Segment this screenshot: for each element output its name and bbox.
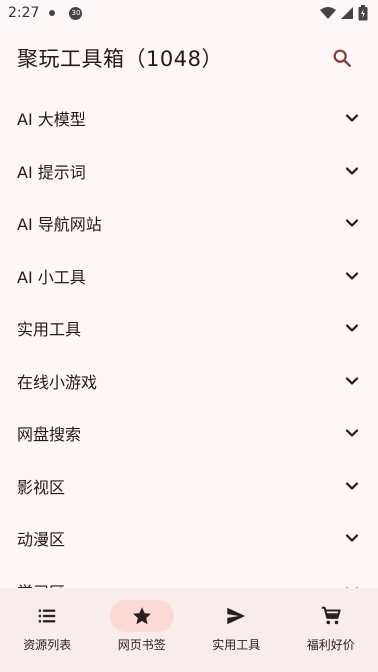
list-item[interactable]: 动漫区: [0, 512, 378, 565]
app-bar: 聚玩工具箱（1048）: [0, 26, 378, 90]
nav-item-label: 资源列表: [23, 638, 72, 652]
chevron-down-icon[interactable]: [340, 106, 364, 130]
chevron-down-icon[interactable]: [340, 159, 364, 183]
chevron-down-icon[interactable]: [340, 579, 364, 588]
list-item[interactable]: AI 小工具: [0, 250, 378, 303]
list-item-label: 在线小游戏: [17, 372, 98, 392]
chevron-down-icon[interactable]: [340, 211, 364, 235]
list-item[interactable]: AI 大模型: [0, 92, 378, 145]
nav-item-list[interactable]: 资源列表: [0, 588, 95, 672]
list-item-label: 影视区: [17, 477, 66, 497]
list-item[interactable]: AI 提示词: [0, 145, 378, 198]
list-item-label: 网盘搜索: [17, 425, 82, 445]
list-item[interactable]: 在线小游戏: [0, 355, 378, 408]
list-item[interactable]: AI 导航网站: [0, 197, 378, 250]
list-item[interactable]: 学习区: [0, 565, 378, 588]
chevron-down-icon[interactable]: [340, 264, 364, 288]
chevron-down-icon[interactable]: [340, 369, 364, 393]
cart-icon: [299, 600, 363, 632]
chevron-down-icon[interactable]: [340, 316, 364, 340]
battery-icon: [358, 5, 368, 21]
list-item[interactable]: 影视区: [0, 460, 378, 513]
signal-icon: [341, 7, 353, 19]
search-button[interactable]: [322, 38, 362, 78]
list-item-label: AI 小工具: [17, 267, 86, 287]
star-icon: [109, 600, 174, 632]
chevron-down-icon[interactable]: [340, 526, 364, 550]
list-item-label: AI 导航网站: [17, 215, 102, 235]
page-title: 聚玩工具箱（1048）: [17, 47, 223, 71]
search-icon: [333, 49, 351, 67]
list-item-label: 动漫区: [17, 530, 66, 550]
nav-item-label: 福利好价: [306, 638, 355, 652]
status-bar: 2:27 30: [0, 0, 378, 26]
nav-item-label: 实用工具: [212, 638, 261, 652]
list-item[interactable]: 网盘搜索: [0, 407, 378, 460]
list-item-label: 学习区: [17, 579, 340, 588]
category-list: AI 大模型 AI 提示词 AI 导航网站 AI 小工具 实用工具在线小游戏网盘搜索影视…: [0, 92, 378, 588]
status-time: 2:27: [8, 5, 40, 21]
bottom-navigation: 资源列表 网页书签 实用工具 福利好价: [0, 588, 378, 672]
notification-dot-icon: [49, 10, 56, 16]
list-item-label: AI 大模型: [17, 110, 86, 130]
chevron-down-icon[interactable]: [340, 421, 364, 445]
nav-item-cart[interactable]: 福利好价: [284, 588, 378, 672]
nav-item-label: 网页书签: [117, 638, 166, 652]
list-item-label: 实用工具: [17, 320, 82, 340]
nav-item-send[interactable]: 实用工具: [189, 588, 284, 672]
list-icon: [15, 600, 79, 632]
chevron-down-icon[interactable]: [340, 474, 364, 498]
wifi-icon: [320, 7, 336, 19]
notification-badge-icon: 30: [69, 6, 83, 20]
nav-item-star[interactable]: 网页书签: [95, 588, 190, 672]
list-item-label: AI 提示词: [17, 162, 86, 182]
send-icon: [204, 600, 268, 632]
list-item[interactable]: 实用工具: [0, 302, 378, 355]
